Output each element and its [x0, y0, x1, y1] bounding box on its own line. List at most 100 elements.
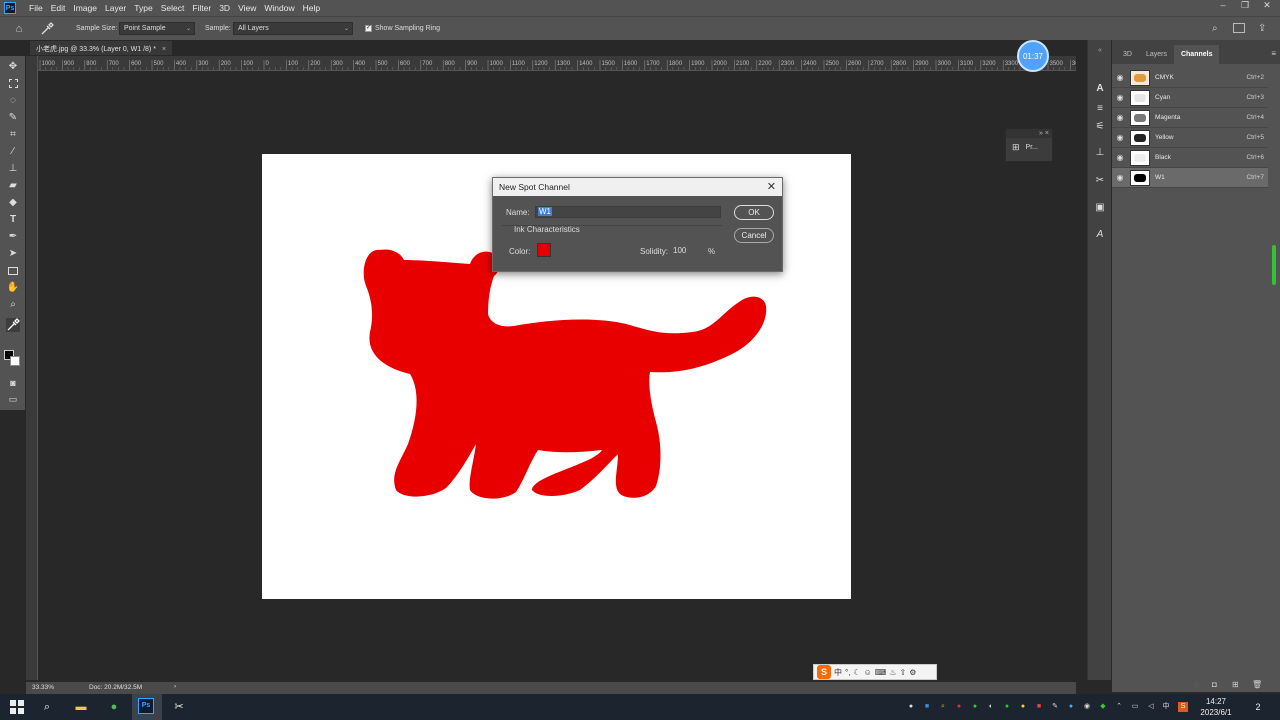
tray-icon[interactable]: ⌕: [938, 702, 948, 712]
clone-source-icon[interactable]: ⊥: [1093, 146, 1107, 160]
close-tab-icon[interactable]: ×: [162, 46, 166, 53]
pen-tool-icon[interactable]: ✒: [6, 230, 20, 244]
capcut-icon[interactable]: ✂: [170, 698, 188, 716]
visibility-eye-icon[interactable]: ◉: [1112, 73, 1128, 82]
tray-icon[interactable]: ●: [1066, 702, 1076, 712]
properties-collapsed-panel[interactable]: » × ⊞ Pr...: [1005, 128, 1053, 162]
zoom-level[interactable]: 33.33%: [32, 684, 54, 691]
home-icon[interactable]: ⌂: [12, 22, 26, 36]
system-clock[interactable]: 14:27 2023/6/1: [1196, 696, 1236, 718]
close-window-button[interactable]: ✕: [1256, 0, 1278, 11]
glyphs-icon[interactable]: A: [1093, 228, 1107, 242]
tray-icon[interactable]: ●: [954, 702, 964, 712]
volume-icon[interactable]: ◁: [1146, 702, 1156, 712]
network-icon[interactable]: ▭: [1130, 702, 1140, 712]
delete-channel-icon[interactable]: 🗑: [1252, 680, 1262, 689]
menu-filter[interactable]: Filter: [188, 3, 215, 13]
ime-indicator[interactable]: 中: [1161, 702, 1171, 712]
keyboard-icon[interactable]: ⌨: [875, 668, 887, 677]
menu-layer[interactable]: Layer: [101, 3, 130, 13]
tray-icon[interactable]: ◐: [986, 702, 996, 712]
marquee-tool-icon[interactable]: [6, 77, 20, 91]
paragraph-panel-icon[interactable]: ≡: [1093, 102, 1107, 116]
move-tool-icon[interactable]: ✥: [6, 60, 20, 74]
menu-type[interactable]: Type: [130, 3, 156, 13]
stamp-tool-icon[interactable]: ⊥: [6, 162, 20, 176]
menu-help[interactable]: Help: [299, 3, 324, 13]
new-channel-icon[interactable]: ⊞: [1232, 680, 1239, 689]
ok-button[interactable]: OK: [734, 205, 774, 220]
eyedropper-icon[interactable]: [40, 22, 54, 36]
document-tab[interactable]: 小老虎.jpg @ 33.3% (Layer 0, W1 /8) * ×: [30, 41, 173, 55]
search-icon[interactable]: ⌕: [1212, 23, 1224, 35]
lasso-tool-icon[interactable]: ◌: [6, 94, 20, 108]
history-icon[interactable]: ▣: [1093, 201, 1107, 215]
dialog-close-icon[interactable]: ✕: [767, 180, 776, 193]
visibility-eye-icon[interactable]: ◉: [1112, 173, 1128, 182]
nvidia-tray-icon[interactable]: ◆: [1098, 702, 1108, 712]
brush-tool-icon[interactable]: ∕: [6, 145, 20, 159]
shape-tool-icon[interactable]: [6, 264, 20, 278]
background-color-swatch[interactable]: [10, 356, 20, 366]
visibility-eye-icon[interactable]: ◉: [1112, 93, 1128, 102]
eyedropper-tool-icon[interactable]: [6, 318, 20, 332]
show-sampling-ring-checkbox[interactable]: ✓: [365, 25, 372, 32]
channel-row-magenta[interactable]: ◉ Magenta Ctrl+4: [1112, 108, 1268, 128]
name-input[interactable]: W1: [535, 206, 721, 218]
character-panel-icon[interactable]: A: [1093, 82, 1107, 96]
quick-mask-icon[interactable]: ◙: [6, 376, 20, 390]
tray-icon[interactable]: ●: [1018, 702, 1028, 712]
adjustments-icon[interactable]: ⚟: [1093, 120, 1107, 134]
moon-icon[interactable]: ☾: [853, 668, 860, 677]
tray-icon[interactable]: ◉: [1082, 702, 1092, 712]
settings-wrench-icon[interactable]: ⚙: [909, 668, 916, 677]
tray-icon[interactable]: ●: [1002, 702, 1012, 712]
tab-3d[interactable]: 3D: [1116, 45, 1139, 64]
screen-mode-icon[interactable]: ▭: [6, 392, 20, 406]
minimize-button[interactable]: –: [1212, 0, 1234, 11]
zoom-tool-icon[interactable]: ⌕: [6, 298, 20, 312]
tool-presets-icon[interactable]: ✂: [1093, 174, 1107, 188]
photoshop-taskbar-icon[interactable]: Ps: [138, 698, 156, 716]
solidity-input[interactable]: 100: [673, 246, 697, 257]
file-explorer-icon[interactable]: ▬: [72, 698, 90, 716]
path-select-tool-icon[interactable]: ➤: [6, 247, 20, 261]
tray-icon[interactable]: ●: [906, 702, 916, 712]
menu-file[interactable]: File: [25, 3, 47, 13]
sample-select[interactable]: All Layers ⌄: [233, 22, 353, 35]
quick-select-tool-icon[interactable]: ✎: [6, 111, 20, 125]
menu-view[interactable]: View: [234, 3, 260, 13]
collapse-icon[interactable]: «: [1093, 44, 1107, 58]
channel-row-yellow[interactable]: ◉ Yellow Ctrl+5: [1112, 128, 1268, 148]
channel-row-black[interactable]: ◉ Black Ctrl+6: [1112, 148, 1268, 168]
ink-color-swatch[interactable]: [537, 243, 551, 257]
tray-icon[interactable]: ●: [970, 702, 980, 712]
sogou-logo-icon[interactable]: S: [817, 665, 831, 679]
sample-size-select[interactable]: Point Sample ⌄: [119, 22, 195, 35]
punctuation-icon[interactable]: °,: [845, 668, 850, 677]
crop-tool-icon[interactable]: ⌗: [6, 128, 20, 142]
browser-icon[interactable]: ●: [105, 698, 123, 716]
visibility-eye-icon[interactable]: ◉: [1112, 133, 1128, 142]
channel-row-w1[interactable]: ◉ W1 Ctrl+7: [1112, 168, 1268, 188]
restore-button[interactable]: ❐: [1234, 0, 1256, 11]
tab-channels[interactable]: Channels: [1173, 45, 1220, 64]
panel-menu-icon[interactable]: ≡: [1267, 43, 1280, 64]
expand-icon[interactable]: »: [1039, 130, 1043, 137]
photoshop-logo-icon[interactable]: Ps: [4, 2, 16, 14]
gradient-tool-icon[interactable]: ◆: [6, 196, 20, 210]
menu-window[interactable]: Window: [260, 3, 298, 13]
menu-select[interactable]: Select: [157, 3, 189, 13]
search-icon[interactable]: ⌕: [38, 698, 56, 716]
hand-tool-icon[interactable]: ✋: [6, 281, 20, 295]
menu-edit[interactable]: Edit: [47, 3, 70, 13]
type-tool-icon[interactable]: T: [6, 213, 20, 227]
notification-center-icon[interactable]: 2: [1250, 699, 1266, 715]
toolbox-icon[interactable]: ⇧: [899, 668, 906, 677]
channel-row-cmyk[interactable]: ◉ CMYK Ctrl+2: [1112, 68, 1268, 88]
save-selection-icon[interactable]: ◘: [1212, 680, 1217, 689]
eraser-tool-icon[interactable]: ▰: [6, 179, 20, 193]
menu-3d[interactable]: 3D: [215, 3, 234, 13]
visibility-eye-icon[interactable]: ◉: [1112, 153, 1128, 162]
sogou-tray-icon[interactable]: S: [1178, 702, 1188, 712]
